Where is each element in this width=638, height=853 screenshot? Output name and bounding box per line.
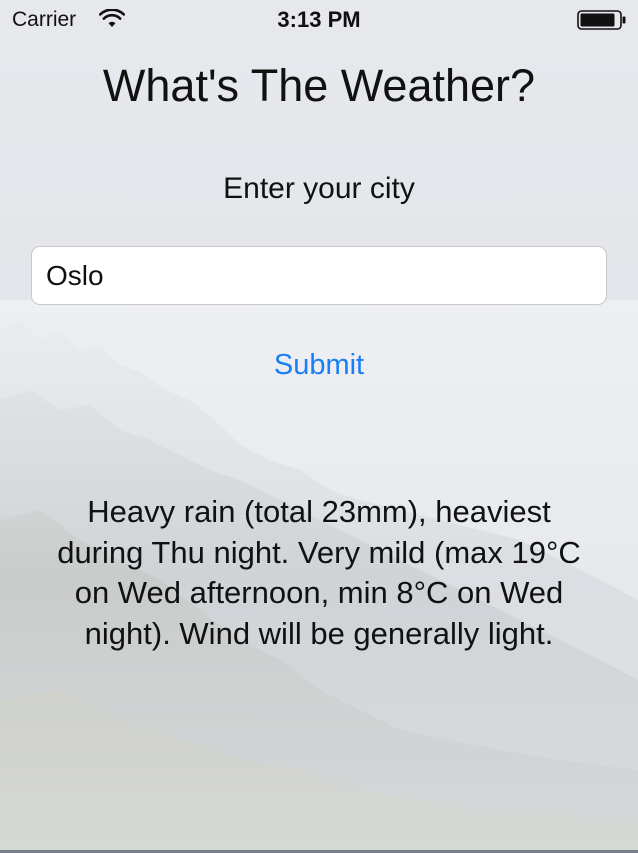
city-prompt-label: Enter your city bbox=[223, 172, 415, 205]
submit-button[interactable]: Submit bbox=[219, 343, 419, 387]
forecast-text: Heavy rain (total 23mm), heaviest during… bbox=[57, 494, 581, 651]
city-input[interactable] bbox=[31, 246, 607, 305]
weather-screen: What's The Weather? Enter your city Subm… bbox=[0, 0, 638, 853]
page-title: What's The Weather? bbox=[102, 60, 536, 111]
